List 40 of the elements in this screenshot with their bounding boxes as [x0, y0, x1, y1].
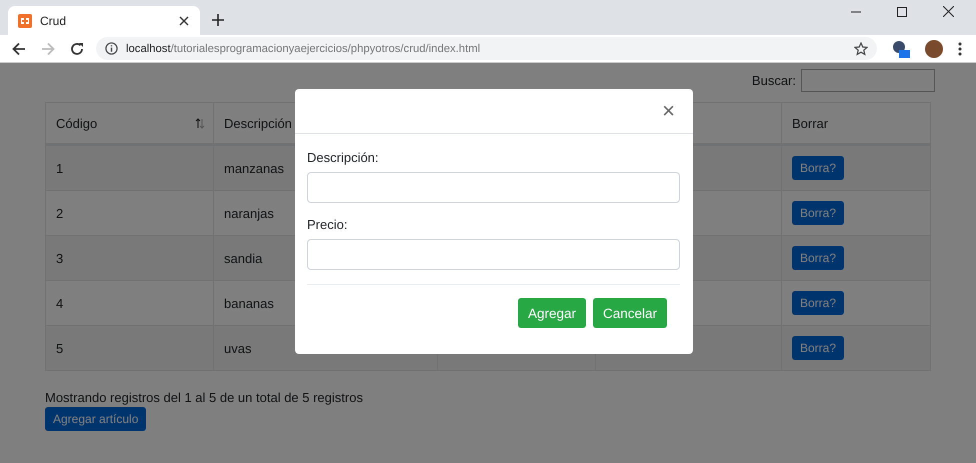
close-button[interactable]: × — [658, 100, 679, 122]
input-field[interactable] — [307, 172, 680, 203]
table-cell: 4 — [46, 280, 214, 325]
table-cell: 3 — [46, 235, 214, 280]
tab-title: Crud — [40, 14, 68, 28]
add-button[interactable]: Agregar — [518, 298, 586, 328]
back-icon[interactable] — [12, 42, 26, 56]
table-info: Mostrando registros del 1 al 5 de un total de 5 registros — [45, 390, 364, 405]
browser-tab[interactable]: Crud — [8, 6, 200, 35]
field-label: Descripción: — [307, 150, 380, 165]
add-article-button[interactable]: Agregar artículo — [45, 407, 146, 431]
input-field[interactable] — [307, 239, 680, 270]
menu-icon[interactable] — [958, 42, 962, 56]
new-tab-icon[interactable] — [212, 14, 224, 26]
info-icon — [105, 42, 118, 55]
table-cell: 5 — [46, 325, 214, 370]
reload-icon[interactable] — [70, 42, 84, 56]
url-text: localhost/tutorialesprogramacionyaejercicios/phpyotros/crud/index.html — [126, 42, 482, 54]
extension-icon[interactable] — [890, 38, 910, 58]
field-label: Precio: — [307, 217, 348, 232]
maximize-icon[interactable] — [897, 6, 907, 16]
table-cell: 1 — [46, 145, 214, 190]
delete-button[interactable]: Borra? — [792, 246, 844, 270]
star-icon[interactable] — [854, 42, 868, 56]
column-header[interactable]: Código — [46, 103, 214, 143]
table-cell: 2 — [46, 190, 214, 235]
delete-button[interactable]: Borra? — [792, 336, 844, 360]
delete-button[interactable]: Borra? — [792, 201, 844, 225]
address-bar[interactable]: localhost/tutorialesprogramacionyaejercicios/phpyotros/crud/index.html — [96, 37, 877, 60]
favicon-icon — [18, 14, 32, 28]
avatar-icon[interactable] — [925, 40, 943, 58]
column-header[interactable]: Borrar — [782, 103, 930, 143]
search-field[interactable] — [801, 69, 935, 92]
delete-button[interactable]: Borra? — [792, 291, 844, 315]
delete-button[interactable]: Borra? — [792, 156, 844, 180]
sort-icon — [195, 118, 205, 128]
close-icon[interactable] — [179, 16, 189, 26]
search-label: Buscar: — [752, 73, 796, 88]
cancel-button[interactable]: Cancelar — [592, 298, 667, 328]
close-icon[interactable] — [943, 6, 954, 17]
